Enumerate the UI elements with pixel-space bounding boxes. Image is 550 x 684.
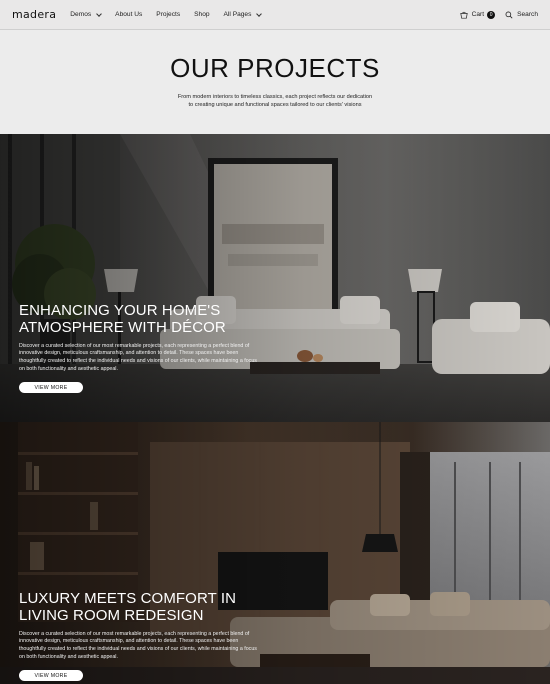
cart-button[interactable]: Cart 0 [460,10,496,19]
top-navbar: madera Demos About Us Projects Shop All … [0,0,550,30]
nav-actions: Cart 0 Search [460,10,538,19]
nav-link-label: About Us [115,11,143,18]
project-card: ENHANCING YOUR HOME'S ATMOSPHERE WITH DÉ… [0,134,550,422]
search-label: Search [517,11,538,18]
project-description: Discover a curated selection of our most… [19,342,257,372]
nav-links: Demos About Us Projects Shop All Pages [70,10,275,18]
page-title: OUR PROJECTS [170,53,380,83]
nav-link-label: Demos [70,11,92,18]
chevron-down-icon [256,10,263,17]
logo[interactable]: madera [12,8,56,21]
cart-label: Cart [471,11,485,18]
cart-count-badge: 0 [487,10,496,19]
chevron-down-icon [96,10,103,17]
page-intro: OUR PROJECTS From modern interiors to ti… [0,31,550,134]
view-more-button[interactable]: VIEW MORE [19,382,83,394]
nav-link-about-us[interactable]: About Us [115,11,142,18]
search-button[interactable]: Search [505,11,538,19]
page-intro-text: From modern interiors to timeless classi… [177,94,373,108]
project-description: Discover a curated selection of our most… [19,630,257,660]
search-icon [505,11,513,18]
nav-link-label: Projects [156,11,181,18]
nav-link-shop[interactable]: Shop [194,11,209,18]
nav-link-all-pages[interactable]: All Pages [223,10,263,18]
project-title: ENHANCING YOUR HOME'S ATMOSPHERE WITH DÉ… [19,302,226,337]
project-content: LUXURY MEETS COMFORT IN LIVING ROOM REDE… [19,590,279,682]
project-title: LUXURY MEETS COMFORT IN LIVING ROOM REDE… [19,590,237,625]
view-more-button[interactable]: VIEW MORE [19,670,83,682]
nav-link-demos[interactable]: Demos [70,10,103,18]
nav-link-label: Shop [194,11,210,18]
project-card: LUXURY MEETS COMFORT IN LIVING ROOM REDE… [0,422,550,684]
nav-link-projects[interactable]: Projects [156,11,180,18]
project-content: ENHANCING YOUR HOME'S ATMOSPHERE WITH DÉ… [19,302,279,394]
nav-link-label: All Pages [223,11,252,18]
cart-icon [460,11,468,19]
